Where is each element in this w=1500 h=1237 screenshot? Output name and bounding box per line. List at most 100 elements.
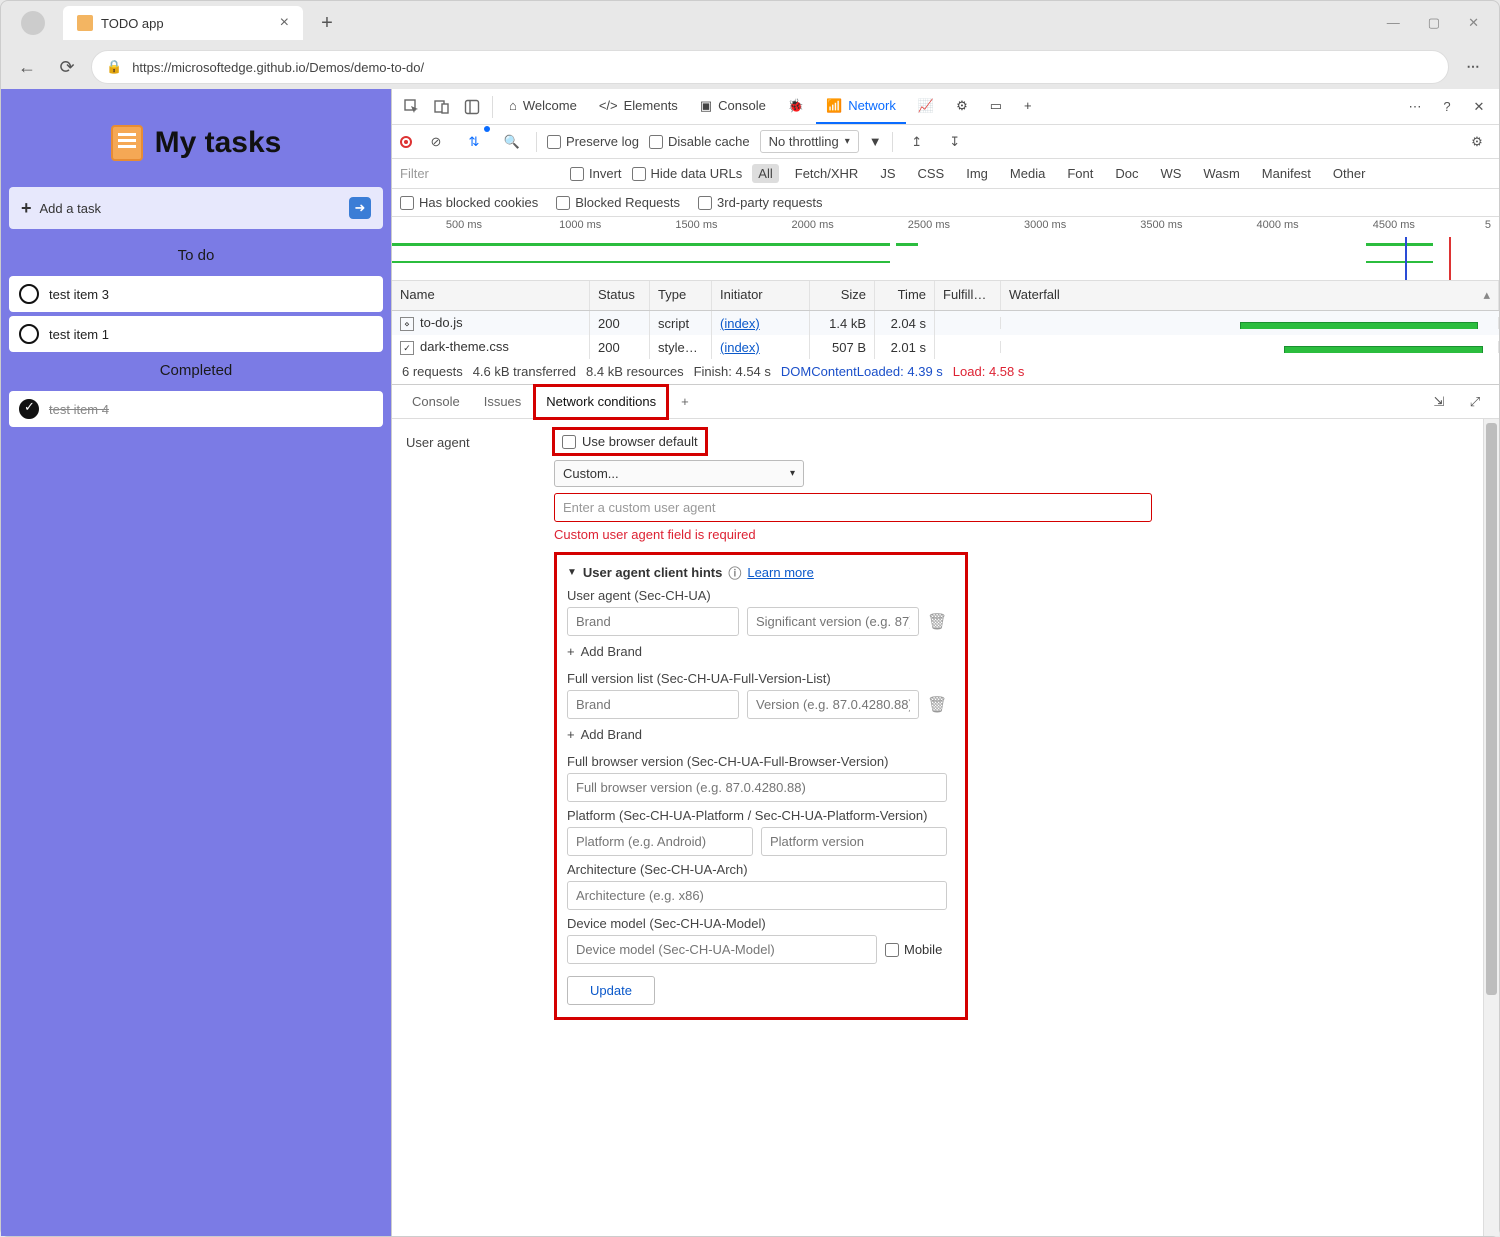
invert-checkbox[interactable]: Invert — [570, 166, 622, 181]
download-icon[interactable]: ↧ — [941, 128, 969, 156]
drawer-tab-network-conditions[interactable]: Network conditions — [535, 386, 667, 418]
browser-tab[interactable]: TODO app × — [63, 6, 303, 40]
initiator-link[interactable]: (index) — [712, 334, 810, 360]
disable-cache-checkbox[interactable]: Disable cache — [649, 134, 750, 149]
request-row[interactable]: ✓dark-theme.css 200 styleshe... (index) … — [392, 335, 1499, 359]
add-task-button[interactable]: + Add a task ➜ — [9, 187, 383, 229]
tab-application[interactable]: ▭ — [980, 90, 1012, 124]
tab-welcome[interactable]: ⌂Welcome — [499, 90, 587, 123]
new-tab-button[interactable]: + — [311, 7, 343, 39]
address-bar[interactable]: 🔒 https://microsoftedge.github.io/Demos/… — [91, 50, 1449, 84]
custom-user-agent-input[interactable]: Enter a custom user agent — [554, 493, 1152, 522]
network-timeline[interactable]: 500 ms 1000 ms 1500 ms 2000 ms 2500 ms 3… — [392, 217, 1499, 281]
task-item[interactable]: test item 3 — [9, 276, 383, 312]
filter-css[interactable]: CSS — [912, 164, 951, 183]
dock-side-icon[interactable]: ⇲ — [1425, 388, 1453, 416]
filter-doc[interactable]: Doc — [1109, 164, 1144, 183]
wifi-caret-icon[interactable]: ▼ — [869, 134, 882, 149]
delete-icon[interactable]: 🗑 — [927, 612, 947, 632]
expand-drawer-icon[interactable]: ⤢ — [1461, 388, 1489, 416]
minimize-icon[interactable]: — — [1387, 15, 1400, 31]
third-party-checkbox[interactable]: 3rd-party requests — [698, 195, 823, 210]
device-toolbar-icon[interactable] — [428, 93, 456, 121]
task-item-completed[interactable]: test item 4 — [9, 391, 383, 427]
drawer-tab-add[interactable]: + — [671, 387, 699, 416]
version-input[interactable] — [747, 690, 919, 719]
js-file-icon: ⋄ — [400, 317, 414, 331]
tab-performance[interactable]: 📈 — [908, 90, 944, 124]
blocked-requests-checkbox[interactable]: Blocked Requests — [556, 195, 680, 210]
activity-bar-icon[interactable] — [458, 93, 486, 121]
filter-ws[interactable]: WS — [1154, 164, 1187, 183]
filter-img[interactable]: Img — [960, 164, 994, 183]
network-settings-icon[interactable]: ⚙ — [1463, 128, 1491, 156]
filter-other[interactable]: Other — [1327, 164, 1372, 183]
tab-close-icon[interactable]: × — [280, 14, 289, 32]
devtools-more-icon[interactable]: ⋯ — [1401, 93, 1429, 121]
task-label: test item 1 — [49, 327, 109, 342]
filter-input[interactable]: Filter — [400, 166, 560, 181]
app-title: My tasks — [155, 126, 282, 160]
platform-input[interactable] — [567, 827, 753, 856]
waterfall-bar — [1284, 346, 1483, 353]
add-brand-button[interactable]: + Add Brand — [567, 642, 955, 665]
add-brand-button-2[interactable]: + Add Brand — [567, 725, 955, 748]
clear-icon[interactable]: ⊘ — [422, 128, 450, 156]
platform-version-input[interactable] — [761, 827, 947, 856]
task-checkbox-icon[interactable] — [19, 284, 39, 304]
request-row[interactable]: ⋄to-do.js 200 script (index) 1.4 kB 2.04… — [392, 311, 1499, 335]
upload-icon[interactable]: ↥ — [903, 128, 931, 156]
scrollbar[interactable] — [1483, 419, 1499, 1236]
help-icon[interactable]: ? — [1433, 93, 1461, 121]
close-window-icon[interactable]: ✕ — [1468, 15, 1479, 31]
user-agent-select[interactable]: Custom... ▾ — [554, 460, 804, 487]
filter-all[interactable]: All — [752, 164, 778, 183]
tab-console[interactable]: ▣Console — [690, 90, 776, 124]
use-browser-default-checkbox[interactable]: Use browser default — [554, 429, 706, 454]
filter-font[interactable]: Font — [1061, 164, 1099, 183]
inspect-element-icon[interactable] — [398, 93, 426, 121]
maximize-icon[interactable]: ▢ — [1428, 15, 1440, 31]
drawer-tab-issues[interactable]: Issues — [474, 387, 532, 416]
record-button[interactable] — [400, 136, 412, 148]
wifi-icon: 📶 — [826, 98, 842, 114]
filter-media[interactable]: Media — [1004, 164, 1051, 183]
full-browser-version-input[interactable] — [567, 773, 947, 802]
clipboard-icon — [111, 125, 143, 161]
tab-add[interactable]: + — [1014, 90, 1042, 123]
learn-more-link[interactable]: Learn more — [747, 565, 813, 580]
filter-manifest[interactable]: Manifest — [1256, 164, 1317, 183]
filter-wasm[interactable]: Wasm — [1197, 164, 1245, 183]
throttling-select[interactable]: No throttling▾ — [760, 130, 859, 153]
blocked-cookies-checkbox[interactable]: Has blocked cookies — [400, 195, 538, 210]
profile-avatar[interactable] — [21, 11, 45, 35]
update-button[interactable]: Update — [567, 976, 655, 1005]
filter-toggle-icon[interactable]: ⇅ — [460, 128, 488, 156]
drawer-tab-console[interactable]: Console — [402, 387, 470, 416]
tab-elements[interactable]: </>Elements — [589, 90, 688, 123]
task-item[interactable]: test item 1 — [9, 316, 383, 352]
submit-arrow-icon[interactable]: ➜ — [349, 197, 371, 219]
refresh-button[interactable]: ⟳ — [51, 51, 83, 83]
browser-menu-button[interactable]: ⋯ — [1457, 51, 1489, 83]
preserve-log-checkbox[interactable]: Preserve log — [547, 134, 639, 149]
task-checkbox-checked-icon[interactable] — [19, 399, 39, 419]
task-checkbox-icon[interactable] — [19, 324, 39, 344]
disclosure-triangle-icon[interactable]: ▼ — [567, 567, 577, 578]
architecture-input[interactable] — [567, 881, 947, 910]
brand-input[interactable] — [567, 607, 739, 636]
significant-version-input[interactable] — [747, 607, 919, 636]
tab-settings[interactable]: ⚙ — [946, 90, 978, 124]
device-model-input[interactable] — [567, 935, 877, 964]
devtools-close-icon[interactable]: ✕ — [1465, 93, 1493, 121]
tab-network[interactable]: 📶Network — [816, 90, 906, 124]
filter-js[interactable]: JS — [874, 164, 901, 183]
hide-data-urls-checkbox[interactable]: Hide data URLs — [632, 166, 743, 181]
delete-icon[interactable]: 🗑 — [927, 695, 947, 715]
mobile-checkbox[interactable]: Mobile — [885, 942, 942, 957]
back-button[interactable]: ← — [11, 51, 43, 83]
filter-fetch[interactable]: Fetch/XHR — [789, 164, 865, 183]
search-icon[interactable]: 🔍 — [498, 128, 526, 156]
tab-debugger[interactable]: 🐞 — [778, 90, 814, 124]
brand-input-2[interactable] — [567, 690, 739, 719]
